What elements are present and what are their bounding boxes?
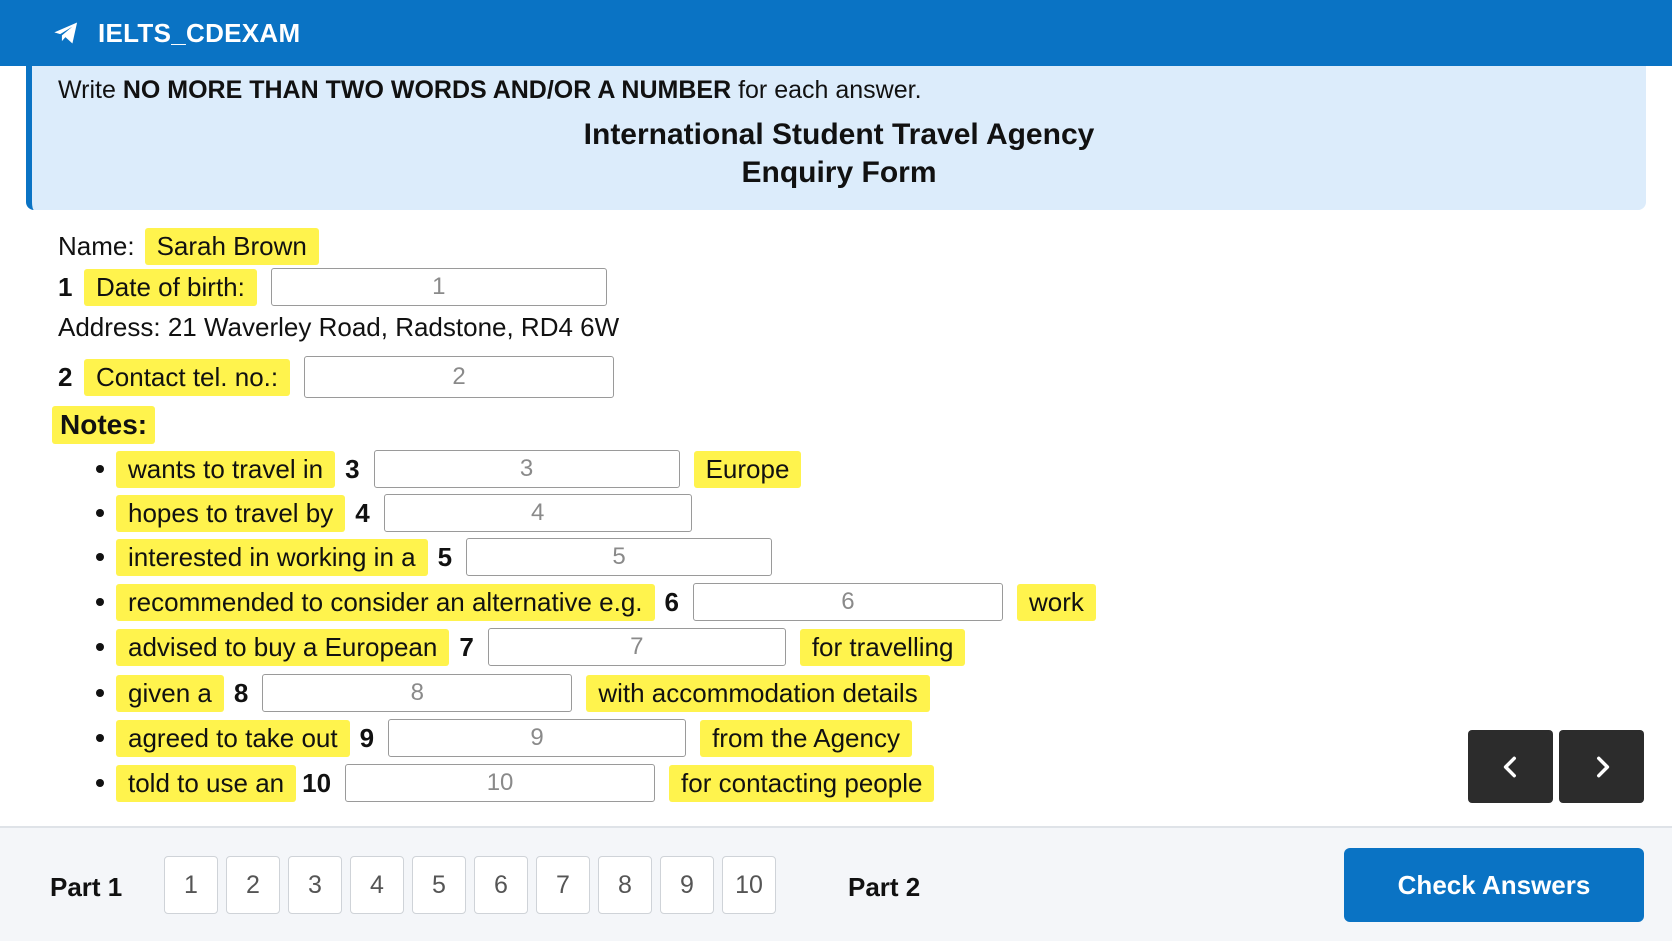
question-number: 8 bbox=[233, 677, 249, 708]
question-nav-9[interactable]: 9 bbox=[660, 856, 714, 914]
question-3-row: wants to travel in 3 Europe bbox=[96, 450, 802, 488]
bullet bbox=[96, 779, 104, 787]
question-text: wants to travel in bbox=[116, 450, 336, 488]
telegram-icon bbox=[54, 22, 78, 44]
answer-input-7[interactable] bbox=[487, 628, 786, 666]
part-2-label[interactable]: Part 2 bbox=[848, 872, 920, 903]
question-nav-6[interactable]: 6 bbox=[474, 856, 528, 914]
address-row: Address: 21 Waverley Road, Radstone, RD4… bbox=[58, 312, 619, 343]
footer-bar: Part 1 1 2 3 4 5 6 7 8 9 10 Part 2 Check… bbox=[0, 826, 1672, 941]
question-nav-4[interactable]: 4 bbox=[350, 856, 404, 914]
instruction-prefix: Write bbox=[58, 76, 116, 104]
question-nav-2[interactable]: 2 bbox=[226, 856, 280, 914]
answer-input-2[interactable] bbox=[304, 356, 615, 398]
form-title: International Student Travel Agency bbox=[583, 118, 1095, 151]
next-button[interactable] bbox=[1559, 730, 1644, 803]
question-6-row: recommended to consider an alternative e… bbox=[96, 583, 1096, 621]
answer-input-10[interactable] bbox=[345, 764, 656, 802]
answer-input-3[interactable] bbox=[373, 450, 680, 488]
question-suffix: with accommodation details bbox=[586, 674, 930, 712]
chevron-right-icon bbox=[1596, 756, 1609, 777]
question-nav-8[interactable]: 8 bbox=[598, 856, 652, 914]
question-2-row: 2 Contact tel. no.: bbox=[58, 356, 615, 398]
bullet bbox=[96, 509, 104, 517]
question-text: agreed to take out bbox=[116, 719, 350, 757]
question-number: 5 bbox=[437, 541, 453, 572]
check-answers-button[interactable]: Check Answers bbox=[1344, 848, 1644, 922]
question-number: 4 bbox=[355, 497, 370, 528]
question-number: 7 bbox=[459, 631, 474, 662]
instruction-suffix: for each answer. bbox=[738, 76, 922, 104]
question-number: 9 bbox=[359, 722, 375, 753]
bullet bbox=[96, 465, 104, 473]
bullet bbox=[96, 734, 104, 742]
question-suffix: for travelling bbox=[799, 628, 966, 666]
question-number: 3 bbox=[345, 453, 360, 484]
question-suffix: work bbox=[1016, 583, 1096, 621]
question-4-row: hopes to travel by 4 bbox=[96, 494, 692, 532]
question-number: 6 bbox=[664, 586, 679, 617]
notes-label: Notes: bbox=[52, 406, 156, 444]
notes-row: Notes: bbox=[52, 406, 156, 444]
answer-input-8[interactable] bbox=[262, 674, 573, 712]
question-number: 10 bbox=[302, 767, 332, 798]
question-8-row: given a 8 with accommodation details bbox=[96, 674, 930, 712]
answer-input-6[interactable] bbox=[692, 583, 1003, 621]
question-text: recommended to consider an alternative e… bbox=[116, 583, 655, 621]
instruction-bold: NO MORE THAN TWO WORDS AND/OR A NUMBER bbox=[122, 76, 732, 104]
question-5-row: interested in working in a 5 bbox=[96, 538, 773, 576]
question-text: interested in working in a bbox=[116, 538, 428, 576]
chevron-left-icon bbox=[1503, 756, 1516, 777]
bullet bbox=[96, 643, 104, 651]
answer-input-4[interactable] bbox=[383, 494, 692, 532]
question-7-row: advised to buy a European 7 for travelli… bbox=[96, 628, 966, 666]
question-number: 1 bbox=[58, 271, 73, 302]
question-9-row: agreed to take out 9 from the Agency bbox=[96, 719, 912, 757]
address-text: Address: 21 Waverley Road, Radstone, RD4… bbox=[58, 312, 620, 342]
form-subtitle: Enquiry Form bbox=[741, 156, 937, 189]
answer-input-5[interactable] bbox=[466, 538, 773, 576]
instructions-panel: Write NO MORE THAN TWO WORDS AND/OR A NU… bbox=[26, 66, 1646, 210]
question-label: Contact tel. no.: bbox=[84, 358, 291, 396]
answer-input-9[interactable] bbox=[388, 719, 687, 757]
bullet bbox=[96, 598, 104, 606]
top-bar: IELTS_CDEXAM bbox=[0, 0, 1672, 66]
question-text: told to use an bbox=[116, 764, 297, 802]
previous-button[interactable] bbox=[1468, 730, 1553, 803]
question-text: hopes to travel by bbox=[116, 494, 346, 532]
name-value: Sarah Brown bbox=[144, 228, 319, 265]
bullet bbox=[96, 689, 104, 697]
app-title: IELTS_CDEXAM bbox=[98, 17, 301, 48]
question-10-row: told to use an 10 for contacting people bbox=[96, 764, 935, 802]
question-nav-3[interactable]: 3 bbox=[288, 856, 342, 914]
part-1-label[interactable]: Part 1 bbox=[50, 872, 122, 903]
question-nav-10[interactable]: 10 bbox=[722, 856, 776, 914]
question-label: Date of birth: bbox=[84, 268, 257, 306]
question-nav-1[interactable]: 1 bbox=[164, 856, 218, 914]
question-suffix: from the Agency bbox=[700, 719, 912, 757]
bullet bbox=[96, 553, 104, 561]
name-label: Name: bbox=[58, 231, 135, 261]
name-row: Name: Sarah Brown bbox=[58, 228, 319, 265]
question-suffix: Europe bbox=[693, 450, 802, 488]
question-nav-7[interactable]: 7 bbox=[536, 856, 590, 914]
question-number: 2 bbox=[58, 361, 73, 392]
question-1-row: 1 Date of birth: bbox=[58, 268, 607, 306]
answer-input-1[interactable] bbox=[270, 268, 607, 306]
question-text: advised to buy a European bbox=[116, 628, 450, 666]
instruction-text: Write NO MORE THAN TWO WORDS AND/OR A NU… bbox=[58, 76, 922, 105]
question-text: given a bbox=[116, 674, 224, 712]
question-nav-5[interactable]: 5 bbox=[412, 856, 466, 914]
question-suffix: for contacting people bbox=[669, 764, 935, 802]
